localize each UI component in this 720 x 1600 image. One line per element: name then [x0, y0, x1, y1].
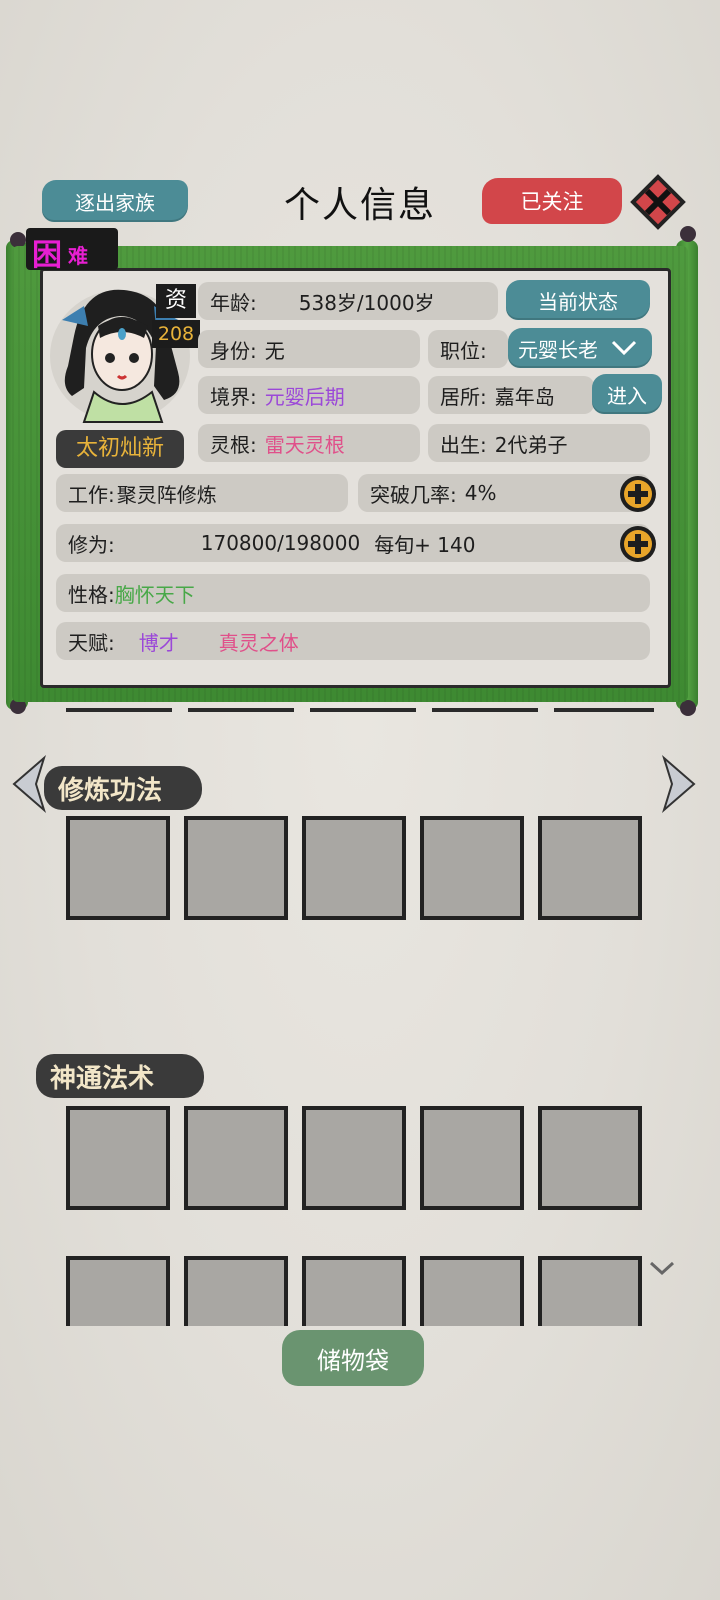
next-arrow-button[interactable] [660, 754, 700, 814]
followed-button[interactable]: 已关注 [482, 178, 622, 224]
spell-slot[interactable] [420, 1106, 524, 1210]
prev-arrow-button[interactable] [8, 754, 48, 814]
technique-slot[interactable] [538, 816, 642, 920]
add-breakthrough-button[interactable] [620, 476, 656, 512]
technique-slot[interactable] [302, 816, 406, 920]
work-value: 聚灵阵修炼 [116, 482, 217, 507]
plus-icon [624, 480, 652, 508]
realm-row: 境界: 元婴后期 [198, 376, 420, 414]
roller-cap [680, 700, 696, 716]
birth-value: 2代弟子 [494, 432, 568, 457]
expel-from-clan-button[interactable]: 逐出家族 [42, 180, 188, 222]
storage-bag-button[interactable]: 储物袋 [282, 1330, 424, 1386]
spell-slot[interactable] [184, 1256, 288, 1326]
technique-slot[interactable] [66, 816, 170, 920]
spell-slot[interactable] [538, 1256, 642, 1326]
work-row: 工作: 聚灵阵修炼 [56, 474, 348, 512]
aptitude-value: 208 [152, 320, 200, 348]
aptitude-label: 资 [156, 284, 196, 318]
realm-value: 元婴后期 [264, 384, 345, 409]
birth-label: 出生: [440, 432, 487, 457]
character-name: 太初灿新 [56, 430, 184, 468]
personality-label: 性格: [68, 582, 115, 607]
add-cultivation-button[interactable] [620, 526, 656, 562]
residence-value: 嘉年岛 [494, 384, 555, 409]
plus-icon [624, 530, 652, 558]
scroll-divider [66, 708, 654, 712]
identity-value: 无 [264, 338, 285, 363]
realm-label: 境界: [210, 384, 257, 409]
cultivation-label: 修为: [68, 532, 115, 557]
position-row: 职位: [428, 330, 508, 368]
cultivation-value: 170800/198000 [200, 531, 361, 555]
spells-section-label: 神通法术 [36, 1054, 204, 1098]
spell-slot[interactable] [538, 1106, 642, 1210]
talent-label: 天赋: [68, 630, 115, 655]
roller-cap [680, 226, 696, 242]
talent-item: 真灵之体 [218, 630, 299, 655]
breakthrough-label: 突破几率: [370, 482, 457, 507]
spirit-root-label: 灵根: [210, 432, 257, 457]
technique-slot[interactable] [184, 816, 288, 920]
cultivation-row: 修为: 170800/198000 每旬+ 140 [56, 524, 650, 562]
current-status-button[interactable]: 当前状态 [506, 280, 650, 320]
age-label: 年龄: [210, 290, 257, 315]
personality-value: 胸怀天下 [114, 582, 195, 607]
position-select[interactable]: 元婴长老 [508, 328, 652, 368]
chevron-left-icon [12, 754, 46, 814]
spirit-root-value: 雷天灵根 [264, 432, 345, 457]
technique-slot[interactable] [420, 816, 524, 920]
talent-row: 天赋: 博才 真灵之体 [56, 622, 650, 660]
techniques-section-label: 修炼功法 [44, 766, 202, 810]
page-title: 个人信息 [283, 185, 436, 226]
close-icon [630, 174, 686, 230]
residence-row: 居所: 嘉年岛 [428, 376, 594, 414]
cultivation-rate: 每旬+ 140 [374, 532, 476, 557]
spell-slot[interactable] [184, 1106, 288, 1210]
spell-slot[interactable] [302, 1256, 406, 1326]
close-button[interactable] [630, 174, 686, 230]
scroll-down-indicator[interactable] [648, 1260, 676, 1278]
spell-slot[interactable] [66, 1106, 170, 1210]
breakthrough-row: 突破几率: 4% [358, 474, 650, 512]
position-label: 职位: [440, 338, 487, 363]
personality-row: 性格: 胸怀天下 [56, 574, 650, 612]
residence-label: 居所: [440, 384, 487, 409]
difficulty-badge-sub: 难 [68, 244, 88, 268]
chevron-right-icon [662, 754, 696, 814]
work-label: 工作: [68, 482, 115, 507]
difficulty-badge-main: 困 [32, 238, 62, 273]
talent-item: 博才 [138, 630, 179, 655]
difficulty-badge: 困 难 [26, 228, 118, 273]
identity-label: 身份: [210, 338, 257, 363]
breakthrough-value: 4% [464, 481, 497, 505]
spell-slot[interactable] [302, 1106, 406, 1210]
age-value: 538岁/1000岁 [298, 290, 435, 315]
position-value: 元婴长老 [518, 337, 598, 362]
chevron-down-icon [649, 1261, 675, 1276]
spell-slot[interactable] [420, 1256, 524, 1326]
birth-row: 出生: 2代弟子 [428, 424, 650, 462]
identity-row: 身份: 无 [198, 330, 420, 368]
spirit-root-row: 灵根: 雷天灵根 [198, 424, 420, 462]
chevron-down-icon [611, 340, 637, 356]
spell-slot[interactable] [66, 1256, 170, 1326]
age-row: 年龄: 538岁/1000岁 [198, 282, 498, 320]
enter-residence-button[interactable]: 进入 [592, 374, 662, 414]
